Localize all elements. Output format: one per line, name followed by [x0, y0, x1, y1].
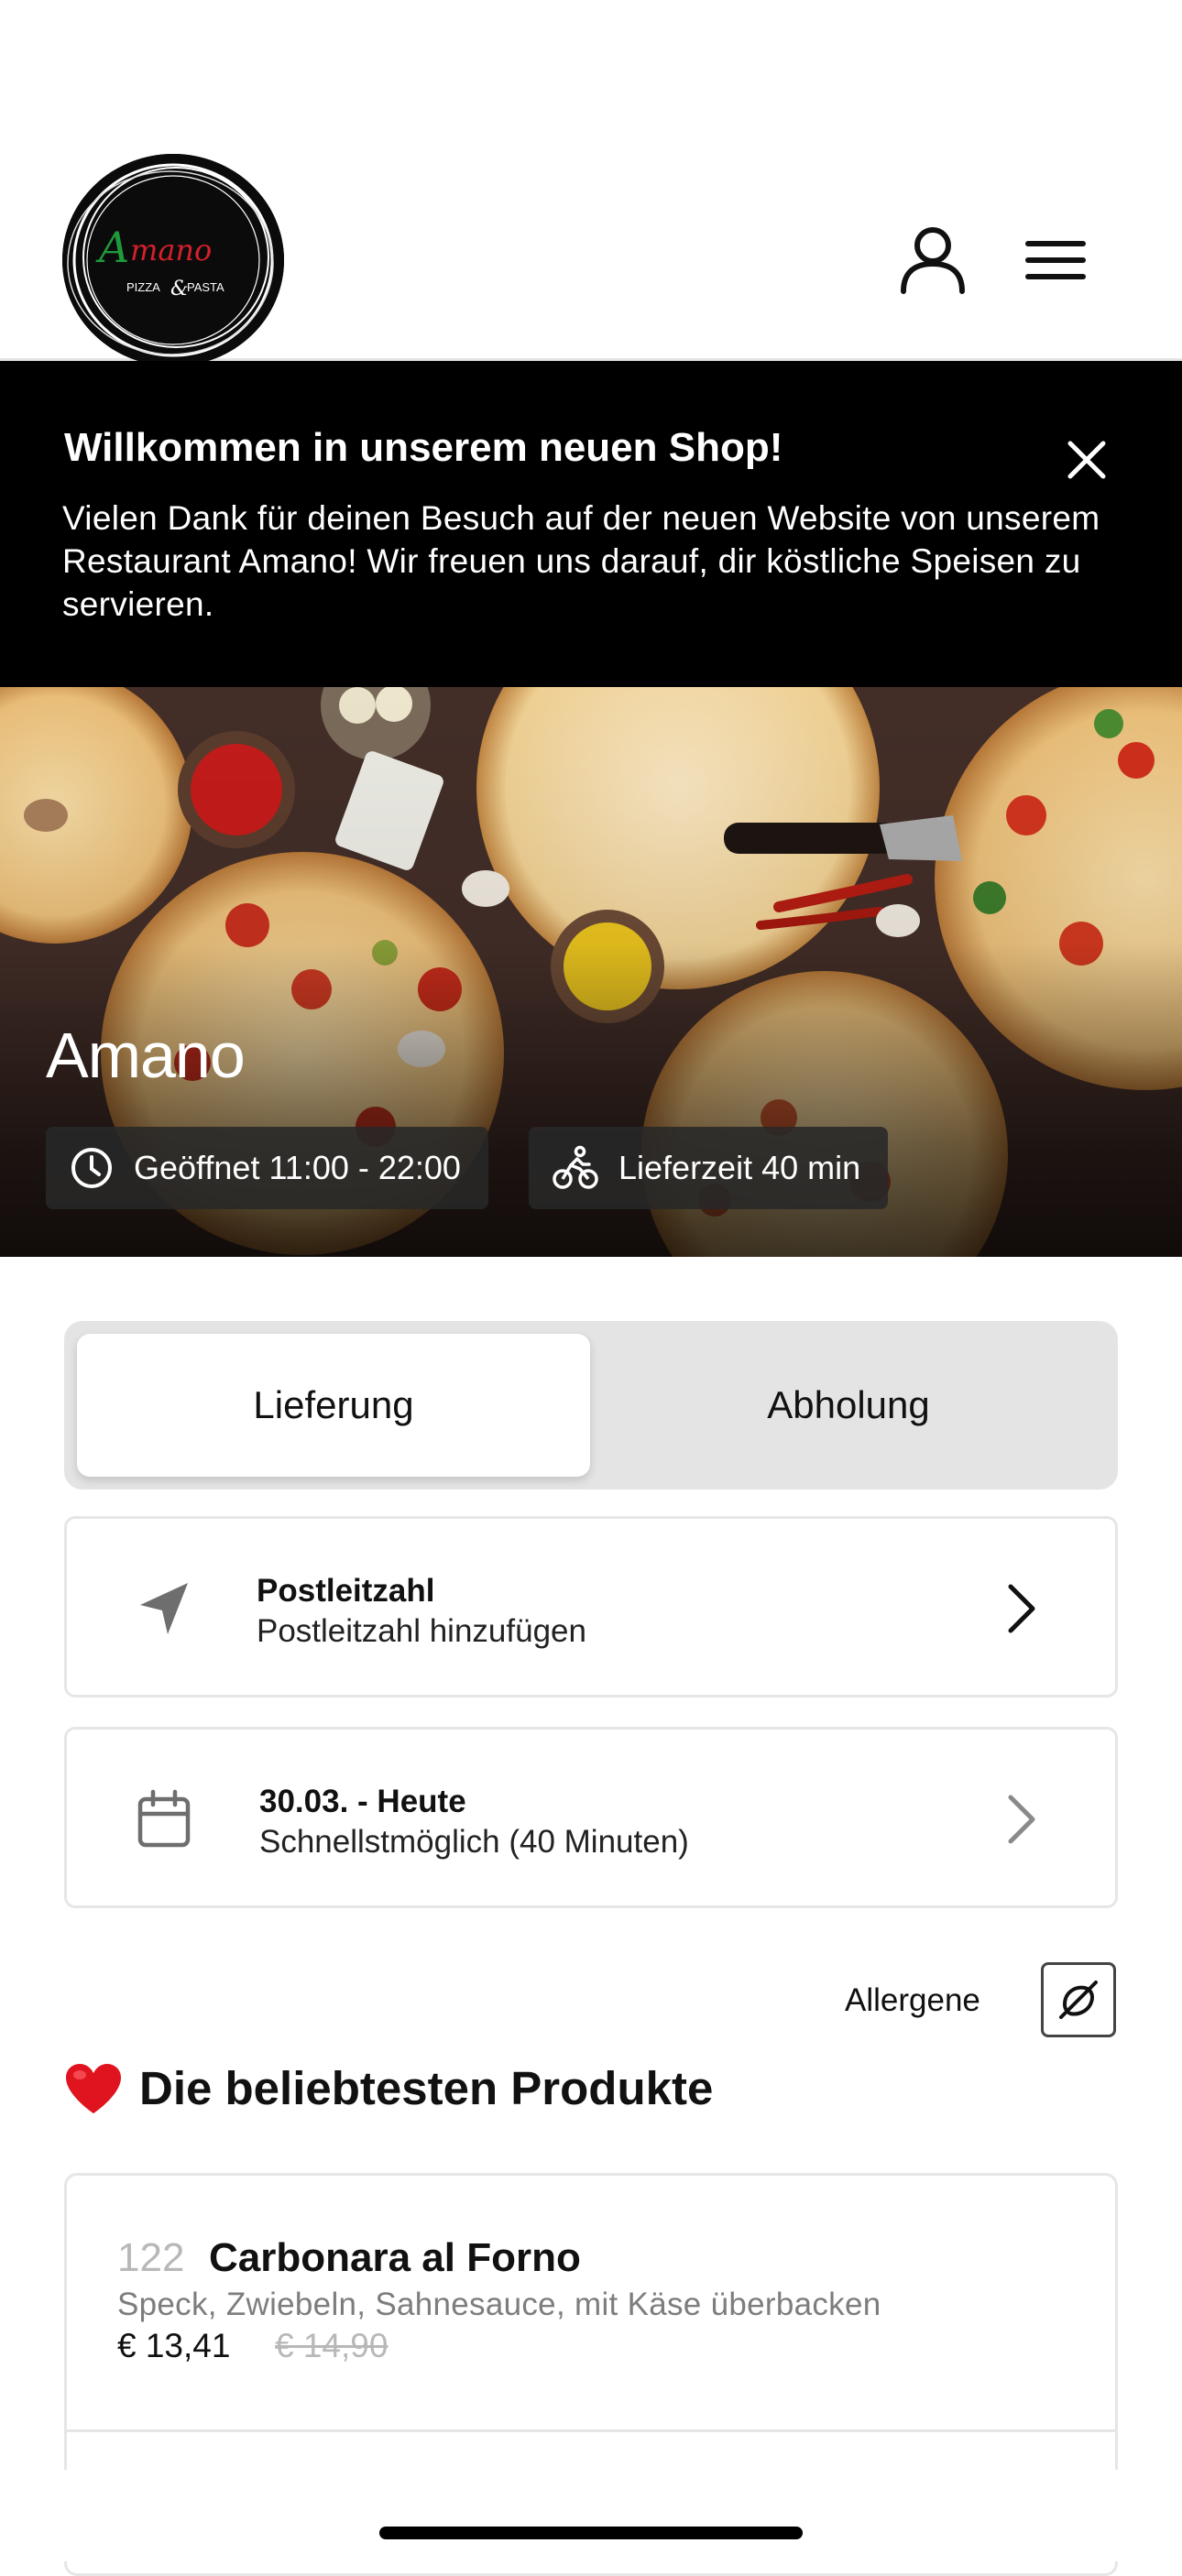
home-indicator[interactable] [379, 2527, 803, 2539]
product-description: Speck, Zwiebeln, Sahnesauce, mit Käse üb… [117, 2287, 881, 2322]
postal-code-subtitle: Postleitzahl hinzufügen [257, 1613, 586, 1649]
allergen-icon [1059, 1981, 1098, 2019]
clock-icon [71, 1148, 112, 1188]
svg-text:PASTA: PASTA [187, 280, 224, 294]
logo-letter-a: A [95, 223, 129, 272]
product-price: € 13,41 [117, 2327, 231, 2364]
postal-code-card[interactable]: Postleitzahl Postleitzahl hinzufügen [64, 1516, 1118, 1697]
logo-tagline: PIZZA [126, 280, 160, 294]
delivery-time-badge: Lieferzeit 40 min [529, 1127, 889, 1209]
account-icon[interactable] [898, 225, 968, 295]
heart-icon [66, 2063, 121, 2113]
order-mode-toggle: Lieferung Abholung [64, 1321, 1118, 1490]
svg-text:&: & [170, 278, 189, 300]
tab-abholung[interactable]: Abholung [592, 1334, 1105, 1477]
hero-image: Amano Geöffnet 11:00 - 22:00 Lieferzeit … [0, 687, 1182, 1257]
chevron-right-icon [1008, 1795, 1035, 1844]
product-old-price: € 14,90 [275, 2327, 389, 2364]
restaurant-name: Amano [46, 1020, 246, 1091]
delivery-date-title: 30.03. - Heute [259, 1784, 466, 1819]
bottom-safe-area [0, 2470, 1182, 2561]
postal-code-title: Postleitzahl [257, 1573, 435, 1609]
popular-products-title: Die beliebtesten Produkte [139, 2062, 714, 2114]
chevron-right-icon [1008, 1584, 1035, 1633]
allergene-filter-button[interactable] [1041, 1962, 1116, 2037]
product-divider [64, 2429, 1118, 2432]
calendar-icon [137, 1789, 191, 1848]
opening-hours-badge: Geöffnet 11:00 - 22:00 [46, 1127, 488, 1209]
banner-text: Vielen Dank für deinen Besuch auf der ne… [62, 499, 1100, 623]
popular-products-heading: Die beliebtesten Produkte [64, 2061, 713, 2115]
allergene-label: Allergene [845, 1982, 980, 2018]
amano-logo[interactable]: A mano PIZZA & PASTA [62, 154, 284, 366]
tab-lieferung[interactable]: Lieferung [77, 1334, 590, 1477]
logo-wordmark: mano [130, 233, 212, 267]
delivery-bike-icon [553, 1145, 598, 1189]
delivery-date-subtitle: Schnellstmöglich (40 Minuten) [259, 1824, 689, 1860]
location-arrow-icon [140, 1583, 188, 1634]
product-name: Carbonara al Forno [209, 2235, 581, 2280]
opening-hours-text: Geöffnet 11:00 - 22:00 [134, 1149, 461, 1186]
banner-title: Willkommen in unserem neuen Shop! [64, 425, 783, 470]
close-icon[interactable] [1063, 436, 1111, 484]
product-number: 122 [117, 2235, 185, 2280]
delivery-time-text: Lieferzeit 40 min [618, 1149, 861, 1186]
delivery-date-card[interactable]: 30.03. - Heute Schnellstmöglich (40 Minu… [64, 1727, 1118, 1908]
hamburger-menu-icon[interactable] [1024, 238, 1087, 282]
